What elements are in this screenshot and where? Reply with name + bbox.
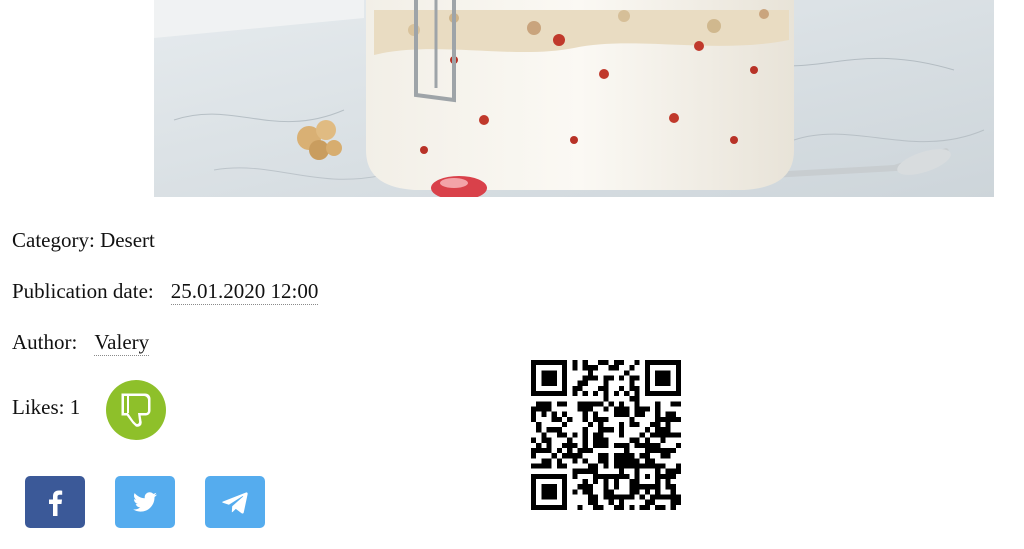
twitter-share-button[interactable] bbox=[115, 476, 175, 528]
telegram-share-button[interactable] bbox=[205, 476, 265, 528]
facebook-icon bbox=[49, 490, 63, 516]
publication-date-row: Publication date: 25.01.2020 12:00 bbox=[12, 279, 319, 305]
publication-date-link[interactable]: 25.01.2020 12:00 bbox=[170, 279, 319, 305]
category-row: Category: Desert bbox=[12, 228, 155, 252]
twitter-icon bbox=[133, 492, 157, 512]
facebook-share-button[interactable] bbox=[25, 476, 85, 528]
qr-code-image bbox=[531, 360, 681, 510]
likes-label: Likes: bbox=[12, 395, 65, 419]
author-row: Author: Valery bbox=[12, 330, 150, 356]
likes-row: Likes: 1 bbox=[12, 395, 80, 419]
publication-date-label: Publication date: bbox=[12, 279, 154, 303]
dislike-button[interactable] bbox=[106, 380, 166, 440]
category-value: Desert bbox=[100, 228, 155, 252]
telegram-icon bbox=[222, 492, 248, 514]
recipe-photo bbox=[154, 0, 994, 197]
author-link[interactable]: Valery bbox=[94, 330, 150, 356]
category-label: Category: bbox=[12, 228, 95, 252]
qr-code bbox=[531, 360, 681, 510]
thumbs-down-icon bbox=[121, 393, 151, 427]
author-label: Author: bbox=[12, 330, 78, 354]
likes-count: 1 bbox=[69, 395, 81, 419]
